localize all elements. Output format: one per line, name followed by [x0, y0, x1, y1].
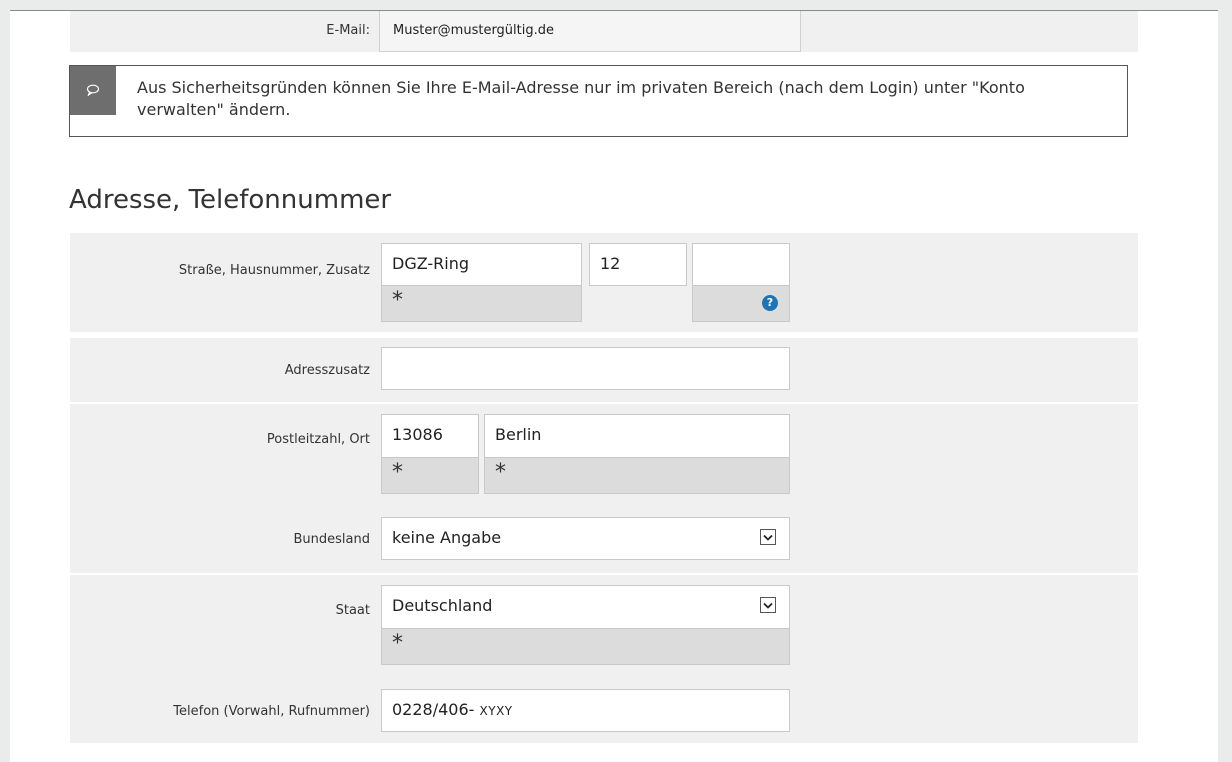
state-row: Bundesland keine Angabe	[70, 507, 1138, 573]
zip-required-indicator: *	[381, 458, 479, 494]
street-label: Straße, Hausnummer, Zusatz	[178, 263, 370, 278]
phone-label: Telefon (Vorwahl, Rufnummer)	[173, 704, 370, 719]
city-required-indicator: *	[484, 458, 790, 494]
house-number-input[interactable]: 12	[589, 243, 687, 286]
address-addition-label: Adresszusatz	[284, 363, 370, 378]
email-row: E-Mail: Muster@mustergültig.de	[70, 11, 1138, 52]
security-notice: Aus Sicherheitsgründen können Sie Ihre E…	[69, 65, 1128, 137]
street-input[interactable]: DGZ-Ring	[381, 243, 582, 286]
section-title: Adresse, Telefonnummer	[69, 185, 392, 215]
speech-bubble-icon	[86, 81, 100, 100]
postal-label: Postleitzahl, Ort	[266, 432, 370, 447]
country-select[interactable]: Deutschland	[381, 585, 790, 629]
phone-value-prefix: 0228/406-	[392, 700, 480, 719]
chevron-down-icon[interactable]	[760, 597, 776, 613]
phone-input[interactable]: 0228/406- XYXY	[381, 689, 790, 732]
street-row: Straße, Hausnummer, Zusatz DGZ-Ring * 12…	[70, 233, 1138, 332]
notice-text: Aus Sicherheitsgründen können Sie Ihre E…	[137, 78, 1025, 119]
form-page: E-Mail: Muster@mustergültig.de Aus Siche…	[10, 11, 1218, 762]
zip-input[interactable]: 13086	[381, 414, 479, 458]
country-label: Staat	[335, 603, 370, 618]
chevron-down-icon[interactable]	[760, 529, 776, 545]
phone-row: Telefon (Vorwahl, Rufnummer) 0228/406- X…	[70, 679, 1138, 743]
state-label: Bundesland	[293, 532, 371, 547]
phone-value-suffix: XYXY	[479, 704, 513, 718]
address-addition-row: Adresszusatz	[70, 338, 1138, 402]
address-addition-input[interactable]	[381, 347, 790, 390]
house-suffix-help-area: ?	[692, 286, 790, 322]
house-suffix-input[interactable]	[692, 243, 790, 286]
postal-row: Postleitzahl, Ort 13086 * Berlin *	[70, 404, 1138, 508]
city-input[interactable]: Berlin	[484, 414, 790, 458]
street-required-indicator: *	[381, 286, 582, 322]
notice-icon-box	[70, 66, 116, 115]
country-row: Staat Deutschland *	[70, 575, 1138, 679]
state-selected-value: keine Angabe	[392, 528, 502, 547]
help-icon[interactable]: ?	[762, 295, 778, 311]
email-readonly-value: Muster@mustergültig.de	[379, 11, 801, 52]
country-selected-value: Deutschland	[392, 596, 493, 615]
state-select[interactable]: keine Angabe	[381, 517, 790, 560]
country-required-indicator: *	[381, 629, 790, 665]
email-label: E-Mail:	[326, 23, 370, 38]
